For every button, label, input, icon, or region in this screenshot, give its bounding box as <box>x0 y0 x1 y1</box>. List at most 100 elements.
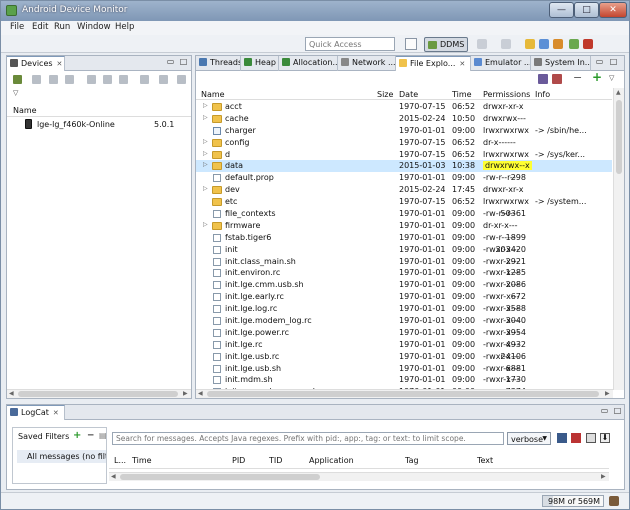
delete-icon[interactable]: − <box>573 71 582 84</box>
close-button[interactable]: ✕ <box>599 2 627 18</box>
expand-arrow-icon[interactable]: ▷ <box>203 221 208 228</box>
scroll-left-icon[interactable]: ◀ <box>111 473 116 480</box>
quick-access-input[interactable] <box>305 37 395 51</box>
devices-horizontal-scrollbar[interactable]: ◀ ▶ <box>7 389 191 398</box>
debug-process-icon[interactable] <box>13 75 22 84</box>
column-name[interactable]: Name <box>201 90 225 99</box>
clear-log-icon[interactable] <box>571 433 581 443</box>
tab-logcat[interactable]: LogCat ✕ <box>7 405 65 420</box>
scroll-right-icon[interactable]: ▶ <box>183 390 188 397</box>
scroll-left-icon[interactable]: ◀ <box>9 390 14 397</box>
log-level-select[interactable]: verbose ▼ <box>507 432 551 445</box>
thread-update-icon[interactable] <box>525 39 535 49</box>
expand-arrow-icon[interactable]: ▷ <box>203 138 208 145</box>
open-perspective-icon[interactable] <box>405 38 417 50</box>
close-tab-icon[interactable]: ✕ <box>57 60 63 68</box>
file-list-horizontal-scrollbar[interactable]: ◀ ▶ <box>196 389 613 398</box>
column-date[interactable]: Date <box>399 90 418 99</box>
file-row[interactable]: etc 1970-07-15 06:52 lrwxrwxrwx -> /system..… <box>196 196 612 208</box>
file-row[interactable]: ▷ acct 1970-07-15 06:52 drwxr-xr-x <box>196 101 612 113</box>
file-row[interactable]: init.class_main.sh 2921 1970-01-01 09:00 -rw… <box>196 256 612 268</box>
maximize-view-icon[interactable]: □ <box>609 58 618 67</box>
update-threads-icon[interactable] <box>87 75 96 84</box>
dump-view-icon[interactable] <box>501 39 511 49</box>
minimize-view-icon[interactable]: ▭ <box>595 58 604 67</box>
file-row[interactable]: init.lge.early.rc 672 1970-01-01 09:00 -rwxr… <box>196 291 612 303</box>
tab-threads[interactable]: Threads <box>196 56 241 71</box>
menu-file[interactable]: File <box>10 22 24 32</box>
view-menu-chevron-icon[interactable]: ▽ <box>13 89 18 97</box>
tab-network-statistics[interactable]: Network ... <box>338 56 396 71</box>
log-horizontal-scrollbar[interactable]: ◀ ▶ <box>109 472 609 481</box>
tab-system-information[interactable]: System In... <box>531 56 591 71</box>
run-gc-icon[interactable] <box>609 496 619 506</box>
save-log-icon[interactable] <box>557 433 567 443</box>
hprof-dump-icon[interactable] <box>553 39 563 49</box>
scroll-right-icon[interactable]: ▶ <box>605 390 610 397</box>
file-row[interactable]: ▷ dev 2015-02-24 17:45 drwxr-xr-x <box>196 184 612 196</box>
expand-arrow-icon[interactable]: ▷ <box>203 114 208 121</box>
file-row[interactable]: init.lge.usb.sh 6881 1970-01-01 09:00 -rwxr-… <box>196 363 612 375</box>
log-column-application[interactable]: Application <box>309 456 354 465</box>
screen-capture-icon[interactable] <box>477 39 487 49</box>
devices-name-column[interactable]: Name <box>13 106 37 115</box>
add-filter-icon[interactable]: + <box>73 430 81 441</box>
expand-arrow-icon[interactable]: ▷ <box>203 161 208 168</box>
column-time[interactable]: Time <box>452 90 472 99</box>
ddms-perspective-button[interactable]: DDMS <box>424 37 468 52</box>
file-row[interactable]: init 303420 1970-01-01 09:00 -rwxr-x--- <box>196 244 612 256</box>
scroll-thumb[interactable] <box>120 474 320 480</box>
device-row[interactable]: lge-lg_f460k- Online 5.0.1 <box>7 117 191 131</box>
minimize-view-icon[interactable]: ▭ <box>166 58 175 67</box>
scroll-right-icon[interactable]: ▶ <box>601 473 606 480</box>
filter-all-messages[interactable]: All messages (no filters) <box>17 450 106 463</box>
edit-filter-icon[interactable]: ▤ <box>99 431 107 440</box>
push-file-icon[interactable] <box>552 74 562 84</box>
log-column-tid[interactable]: TID <box>269 456 282 465</box>
menu-edit[interactable]: Edit <box>32 22 48 32</box>
view-menu-chevron-icon[interactable]: ▽ <box>609 74 614 82</box>
file-row[interactable]: fstab.tiger6 1899 1970-01-01 09:00 -rw-r----… <box>196 232 612 244</box>
remove-filter-icon[interactable]: ━ <box>88 431 93 441</box>
menu-run[interactable]: Run <box>54 22 70 32</box>
file-row[interactable]: init.lge.cmm.usb.sh 2086 1970-01-01 09:00 -r… <box>196 279 612 291</box>
stop-process-icon[interactable] <box>583 39 593 49</box>
heap-update-icon[interactable] <box>539 39 549 49</box>
start-method-profiling-icon[interactable] <box>103 75 112 84</box>
close-tab-icon[interactable]: ✕ <box>459 60 465 68</box>
menu-help[interactable]: Help <box>115 22 134 32</box>
tab-allocation-tracker[interactable]: Allocation... <box>279 56 338 71</box>
tab-heap[interactable]: Heap <box>241 56 279 71</box>
systrace-icon[interactable] <box>159 75 168 84</box>
maximize-view-icon[interactable]: □ <box>179 58 188 67</box>
pull-file-icon[interactable] <box>538 74 548 84</box>
file-row[interactable]: init.mdm.sh 1730 1970-01-01 09:00 -rwxr-x--- <box>196 374 612 386</box>
file-row[interactable]: init.lge.log.rc 3588 1970-01-01 09:00 -rwxr-… <box>196 303 612 315</box>
cause-gc-icon[interactable] <box>65 75 74 84</box>
expand-arrow-icon[interactable]: ▷ <box>203 185 208 192</box>
file-row[interactable]: default.prop 298 1970-01-01 09:00 -rw-r--r-- <box>196 172 612 184</box>
log-column-time[interactable]: Time <box>132 456 152 465</box>
log-search-input[interactable] <box>112 432 504 445</box>
file-row[interactable]: ▷ d 1970-07-15 06:52 lrwxrwxrwx -> /sys/ker..… <box>196 149 612 161</box>
screen-capture-device-icon[interactable] <box>140 75 149 84</box>
scroll-lock-icon[interactable]: ⬇ <box>600 433 610 443</box>
file-row[interactable]: ▷ config 1970-07-15 06:52 dr-x------ <box>196 137 612 149</box>
log-column-text[interactable]: Text <box>477 456 493 465</box>
close-tab-icon[interactable]: ✕ <box>53 409 59 417</box>
file-row[interactable]: ▷ firmware 1970-01-01 09:00 dr-xr-x--- <box>196 220 612 232</box>
dump-hprof-icon[interactable] <box>49 75 58 84</box>
tab-devices[interactable]: Devices ✕ <box>7 56 65 71</box>
toggle-filters-icon[interactable] <box>586 433 596 443</box>
column-size[interactable]: Size <box>377 90 393 99</box>
android-device-icon[interactable] <box>569 39 579 49</box>
file-row[interactable]: init.lge.power.rc 3954 1970-01-01 09:00 -rwx… <box>196 327 612 339</box>
file-row[interactable]: init.lge.rc 4932 1970-01-01 09:00 -rwxr-x--- <box>196 339 612 351</box>
scroll-thumb[interactable] <box>18 391 178 397</box>
log-column-tag[interactable]: Tag <box>405 456 419 465</box>
scroll-thumb[interactable] <box>207 391 599 397</box>
dump-ui-icon[interactable] <box>177 75 186 84</box>
file-row[interactable]: ▷ cache 2015-02-24 10:50 drwxrwx--- <box>196 113 612 125</box>
file-row[interactable]: init.environ.rc 1285 1970-01-01 09:00 -rwxr-… <box>196 267 612 279</box>
tab-emulator-control[interactable]: Emulator ... <box>471 56 531 71</box>
